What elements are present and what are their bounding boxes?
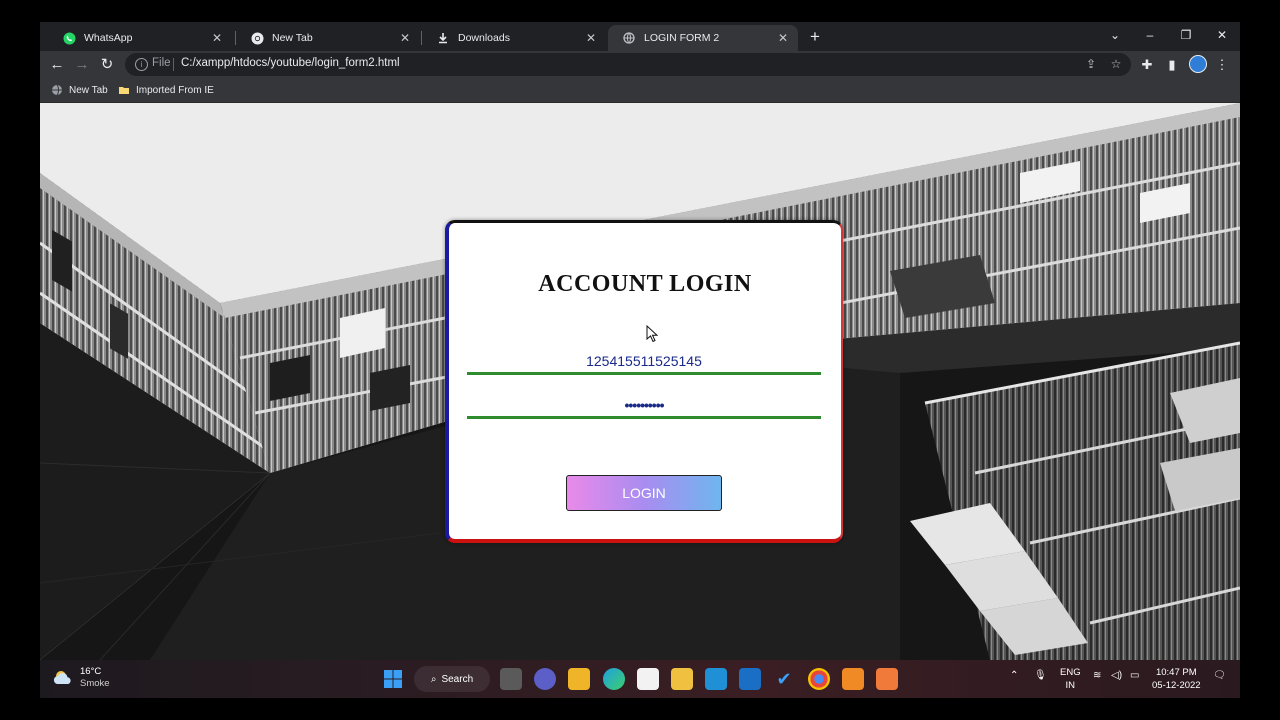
close-icon[interactable]: ✕ [210, 31, 224, 45]
tab-label: New Tab [272, 32, 313, 44]
chrome-icon [250, 31, 264, 45]
password-value: •••••••••• [624, 397, 664, 413]
taskbar: 16°C Smoke ⌕ Search ✔ ⌃ 🎙 ENG IN ≋ ◁) ▭ … [40, 660, 1240, 698]
lang-bottom: IN [1065, 680, 1076, 691]
new-tab-button[interactable]: + [804, 26, 826, 48]
back-button[interactable]: ← [46, 54, 68, 76]
address-bar[interactable]: i File C:/xampp/htdocs/youtube/login_for… [125, 53, 1131, 76]
username-field[interactable]: 125415511525145 [467, 349, 821, 375]
close-icon[interactable]: ✕ [584, 31, 598, 45]
close-icon[interactable]: ✕ [398, 31, 412, 45]
screen: WhatsApp ✕ New Tab ✕ Downloads ✕ LOGIN F… [40, 22, 1240, 698]
battery-icon[interactable]: ▭ [1130, 670, 1139, 681]
minimize-button[interactable]: – [1132, 22, 1168, 48]
app-orange-icon[interactable] [876, 668, 898, 690]
file-explorer-icon[interactable] [568, 668, 590, 690]
microsoft-store-icon[interactable] [637, 668, 659, 690]
taskbar-search-button[interactable]: ⌕ Search [414, 666, 490, 692]
restore-button[interactable]: ❐ [1168, 22, 1204, 48]
tab-downloads[interactable]: Downloads ✕ [422, 25, 606, 51]
share-icon[interactable]: ⇪ [1083, 56, 1099, 72]
url-text[interactable]: C:/xampp/htdocs/youtube/login_form2.html [181, 57, 400, 69]
notification-icon[interactable]: 🗨 [1213, 670, 1226, 681]
folder-icon[interactable] [671, 668, 693, 690]
globe-icon [51, 84, 63, 96]
bookmark-new-tab[interactable]: New Tab [51, 82, 108, 98]
clock-time: 10:47 PM [1155, 667, 1197, 678]
whatsapp-icon [62, 31, 76, 45]
weather-desc: Smoke [80, 678, 110, 689]
bookmark-star-icon[interactable]: ☆ [1108, 56, 1124, 72]
profile-avatar[interactable] [1189, 55, 1207, 73]
clock-date: 05-12-2022 [1152, 680, 1201, 691]
lang-top: ENG [1060, 667, 1081, 678]
wifi-icon[interactable]: ≋ [1093, 670, 1101, 681]
sublime-text-icon[interactable] [842, 668, 864, 690]
globe-icon [622, 31, 636, 45]
chevron-up-icon[interactable]: ⌃ [1010, 670, 1018, 681]
microphone-icon[interactable]: 🎙 [1034, 670, 1047, 681]
tab-new-tab[interactable]: New Tab ✕ [236, 25, 420, 51]
login-title: ACCOUNT LOGIN [538, 271, 752, 297]
tab-label: WhatsApp [84, 32, 133, 44]
folder-icon [118, 84, 130, 96]
tab-whatsapp[interactable]: WhatsApp ✕ [48, 25, 232, 51]
calculator-icon[interactable] [705, 668, 727, 690]
tab-login-form[interactable]: LOGIN FORM 2 ✕ [608, 25, 798, 51]
password-field[interactable]: •••••••••• [467, 393, 821, 419]
volume-icon[interactable]: ◁) [1111, 670, 1122, 681]
page-viewport: ACCOUNT LOGIN 125415511525145 ••••••••••… [40, 103, 1240, 660]
bookmarks-bar: New Tab Imported From IE [40, 78, 1240, 103]
bookmark-imported-from-ie[interactable]: Imported From IE [118, 82, 214, 98]
side-panel-icon[interactable]: ▮ [1162, 55, 1182, 75]
info-icon[interactable]: i [135, 58, 148, 71]
username-value: 125415511525145 [586, 353, 702, 369]
app-icon[interactable] [739, 668, 761, 690]
tab-search-chevron-icon[interactable]: ⌄ [1097, 22, 1133, 48]
tab-label: Downloads [458, 32, 510, 44]
weather-text: 16°C Smoke [80, 666, 110, 690]
search-icon: ⌕ [430, 673, 437, 685]
tab-label: LOGIN FORM 2 [644, 32, 720, 44]
download-icon [436, 31, 450, 45]
weather-temp: 16°C [80, 666, 102, 677]
extensions-icon[interactable]: ✚ [1137, 55, 1157, 75]
task-view-icon[interactable] [500, 668, 522, 690]
teams-chat-icon[interactable] [534, 668, 556, 690]
mouse-cursor-icon [646, 325, 658, 343]
cloud-sun-icon [53, 671, 71, 684]
search-label: Search [441, 673, 474, 685]
menu-icon[interactable]: ⋮ [1212, 55, 1232, 75]
windows-start-icon[interactable] [382, 668, 404, 690]
chrome-taskbar-icon[interactable] [808, 668, 830, 690]
close-window-button[interactable]: ✕ [1204, 22, 1240, 48]
system-clock[interactable]: 10:47 PM 05-12-2022 [1152, 666, 1201, 692]
todo-check-icon[interactable]: ✔ [773, 668, 795, 690]
login-card: ACCOUNT LOGIN 125415511525145 ••••••••••… [445, 220, 843, 543]
address-separator [173, 58, 174, 71]
reload-button[interactable]: ↻ [96, 54, 118, 76]
language-indicator[interactable]: ENG IN [1060, 666, 1081, 692]
scheme-label: File [152, 57, 171, 69]
forward-button[interactable]: → [71, 54, 93, 76]
bookmark-label: Imported From IE [136, 84, 214, 96]
login-button[interactable]: LOGIN [566, 475, 722, 511]
edge-icon[interactable] [603, 668, 625, 690]
tab-strip: WhatsApp ✕ New Tab ✕ Downloads ✕ LOGIN F… [40, 22, 1240, 51]
close-icon[interactable]: ✕ [776, 31, 790, 45]
bookmark-label: New Tab [69, 84, 108, 96]
browser-toolbar: ← → ↻ i File C:/xampp/htdocs/youtube/log… [40, 51, 1240, 78]
weather-widget[interactable]: 16°C Smoke [52, 666, 110, 690]
